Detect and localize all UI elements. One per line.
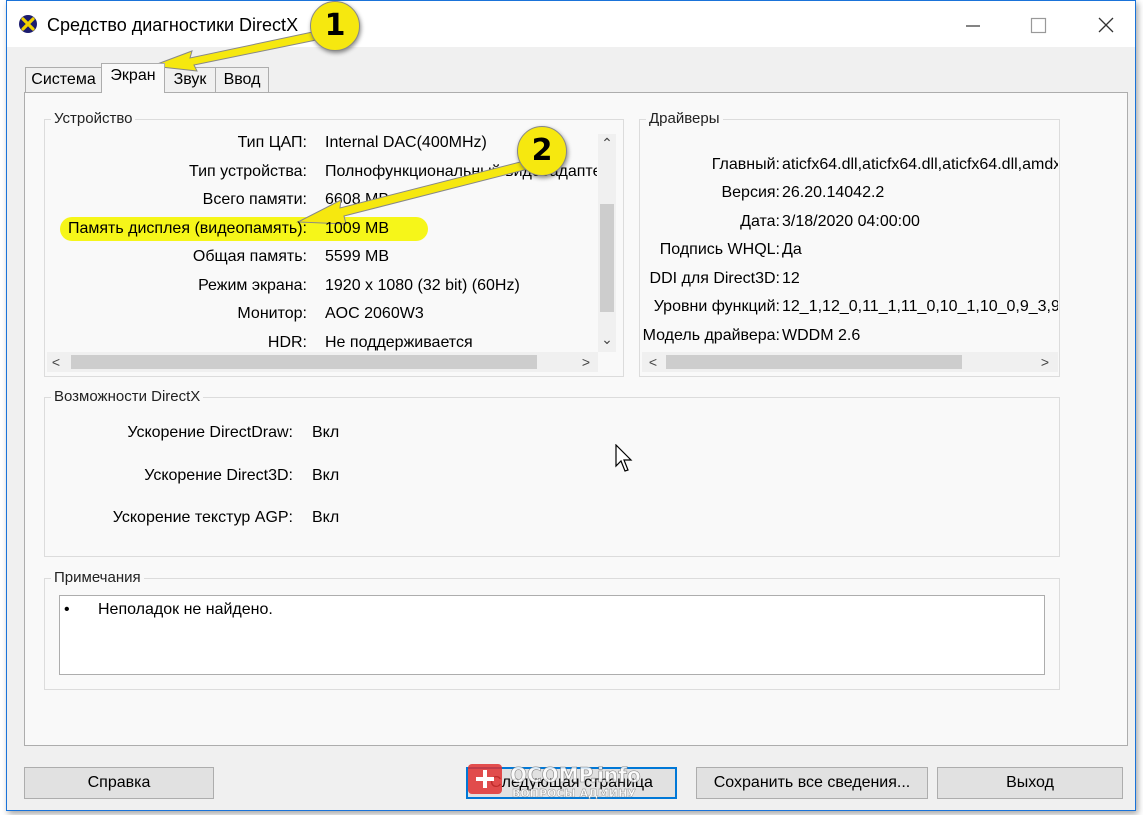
badge-2: 2 [517, 126, 567, 176]
driver-row: Уровни функций: 12_1,12_0,11_1,11_0,10_1… [642, 298, 1058, 326]
device-row-value: AOC 2060W3 [325, 305, 424, 322]
driver-row-value: 3/18/2020 04:00:00 [782, 213, 920, 230]
mouse-cursor-icon [615, 444, 633, 472]
tab-sound[interactable]: Звук [164, 67, 216, 92]
driver-row: Версия: 26.20.14042.2 [642, 184, 1058, 212]
device-row-value: 1009 MB [325, 220, 390, 237]
scroll-right-icon[interactable]: > [1036, 353, 1054, 371]
svg-text:ВОПРОСЫ АДМИНУ: ВОПРОСЫ АДМИНУ [512, 787, 636, 800]
device-row-label: Монитор: [237, 305, 307, 322]
window-title: Средство диагностики DirectX [47, 15, 299, 35]
device-row-value: 5599 MB [325, 248, 390, 265]
feature-row-directdraw: Ускорение DirectDraw: Вкл [45, 424, 445, 448]
driver-row-label: Подпись WHQL: [659, 241, 780, 258]
device-row-value: Internal DAC(400MHz) [325, 134, 487, 151]
notes-group: Примечания • Неполадок не найдено. [44, 569, 1060, 690]
device-row: Тип устройства: Полнофункциональный виде… [47, 163, 597, 191]
driver-row-label: Модель драйвера: [642, 327, 780, 344]
device-row-value: Не поддерживается [325, 334, 473, 351]
device-row: Режим экрана: 1920 x 1080 (32 bit) (60Hz… [47, 277, 597, 305]
device-row: Монитор: AOC 2060W3 [47, 305, 597, 333]
feature-value: Вкл [312, 467, 340, 484]
directx-features-group: Возможности DirectX Ускорение DirectDraw… [44, 388, 1060, 557]
feature-label: Ускорение Direct3D: [144, 467, 293, 484]
driver-row: Главный: aticfx64.dll,aticfx64.dll,aticf… [642, 156, 1058, 184]
tab-system[interactable]: Система [25, 67, 102, 92]
svg-text:OCOMP.info: OCOMP.info [510, 763, 641, 787]
notes-textbox[interactable]: • Неполадок не найдено. [59, 595, 1045, 675]
device-row: Общая память: 5599 MB [47, 248, 597, 276]
scroll-thumb[interactable] [666, 355, 962, 369]
device-group-title: Устройство [51, 110, 136, 127]
tab-display[interactable]: Экран [101, 63, 165, 93]
drivers-group-title: Драйверы [646, 110, 723, 127]
device-row: HDR: Не поддерживается [47, 334, 597, 354]
device-row-video-memory: Память дисплея (видеопамять): 1009 MB [47, 220, 597, 248]
device-row-label: HDR: [267, 334, 307, 351]
driver-row-label: Уровни функций: [653, 298, 780, 315]
driver-row: DDI для Direct3D: 12 [642, 270, 1058, 298]
scroll-left-icon[interactable]: < [644, 353, 662, 371]
driver-row-value: Да [782, 241, 802, 258]
driver-row: Дата: 3/18/2020 04:00:00 [642, 213, 1058, 241]
device-row-label: Тип ЦАП: [237, 134, 307, 151]
dxdiag-window: Средство диагностики DirectX Система Экр… [6, 0, 1136, 811]
feature-row-direct3d: Ускорение Direct3D: Вкл [45, 467, 445, 491]
driver-row: Модель драйвера: WDDM 2.6 [642, 327, 1058, 352]
device-row-value: 1920 x 1080 (32 bit) (60Hz) [325, 277, 520, 294]
help-button[interactable]: Справка [24, 767, 214, 799]
drivers-horizontal-scrollbar[interactable]: < > [642, 352, 1058, 372]
driver-row: Подпись WHQL: Да [642, 241, 1058, 269]
display-tab-panel: Устройство Тип ЦАП: Internal DAC(400MHz)… [24, 92, 1128, 746]
scroll-down-icon[interactable]: ⌄ [598, 330, 616, 348]
device-row-value: 6608 MB [325, 191, 390, 208]
device-list: Тип ЦАП: Internal DAC(400MHz) Тип устрой… [47, 134, 597, 354]
maximize-icon[interactable] [1016, 9, 1062, 41]
device-row-label: Режим экрана: [198, 277, 307, 294]
feature-value: Вкл [312, 424, 340, 441]
scroll-left-icon[interactable]: < [47, 353, 65, 371]
scroll-right-icon[interactable]: > [577, 353, 595, 371]
driver-row-label: Главный: [711, 156, 780, 173]
scroll-up-icon[interactable]: ⌃ [598, 134, 616, 152]
drivers-group: Драйверы Главный: aticfx64.dll,aticfx64.… [639, 110, 1060, 377]
scroll-thumb[interactable] [600, 204, 614, 312]
directx-app-icon [19, 15, 37, 33]
device-row: Всего памяти: 6608 MB [47, 191, 597, 219]
drivers-list: Главный: aticfx64.dll,aticfx64.dll,aticf… [642, 156, 1058, 352]
driver-row-value: aticfx64.dll,aticfx64.dll,aticfx64.dll,a… [782, 156, 1058, 173]
device-row-label: Память дисплея (видеопамять): [67, 220, 307, 237]
minimize-icon[interactable] [950, 9, 996, 41]
driver-row-label: Версия: [721, 184, 780, 201]
device-horizontal-scrollbar[interactable]: < > [47, 352, 598, 372]
device-vertical-scrollbar[interactable]: ⌃ ⌄ [598, 134, 616, 352]
save-all-button[interactable]: Сохранить все сведения... [696, 767, 928, 799]
title-bar[interactable]: Средство диагностики DirectX [7, 1, 1135, 47]
badge-1: 1 [310, 1, 360, 51]
directx-features-title: Возможности DirectX [51, 388, 204, 405]
feature-label: Ускорение текстур AGP: [112, 509, 293, 526]
exit-button[interactable]: Выход [937, 767, 1123, 799]
device-row: Тип ЦАП: Internal DAC(400MHz) [47, 134, 597, 162]
scroll-thumb[interactable] [71, 355, 537, 369]
bullet-icon: • [64, 601, 70, 618]
feature-row-agp: Ускорение текстур AGP: Вкл [45, 509, 445, 533]
driver-row-value: 12_1,12_0,11_1,11_0,10_1,10_0,9_3,9_2,9_… [782, 298, 1058, 315]
device-row-label: Общая память: [192, 248, 307, 265]
notes-title: Примечания [51, 569, 144, 586]
feature-label: Ускорение DirectDraw: [127, 424, 293, 441]
close-icon[interactable] [1083, 9, 1129, 41]
device-row-label: Тип устройства: [189, 163, 307, 180]
driver-row-label: DDI для Direct3D: [649, 270, 780, 287]
driver-row-label: Дата: [740, 213, 780, 230]
note-item: Неполадок не найдено. [98, 601, 273, 618]
device-row-label: Всего памяти: [202, 191, 307, 208]
driver-row-value: WDDM 2.6 [782, 327, 861, 344]
driver-row-value: 26.20.14042.2 [782, 184, 885, 201]
driver-row-value: 12 [782, 270, 800, 287]
tab-input[interactable]: Ввод [215, 67, 269, 92]
feature-value: Вкл [312, 509, 340, 526]
ocomp-watermark-logo: OCOMP.info ВОПРОСЫ АДМИНУ [466, 760, 680, 800]
